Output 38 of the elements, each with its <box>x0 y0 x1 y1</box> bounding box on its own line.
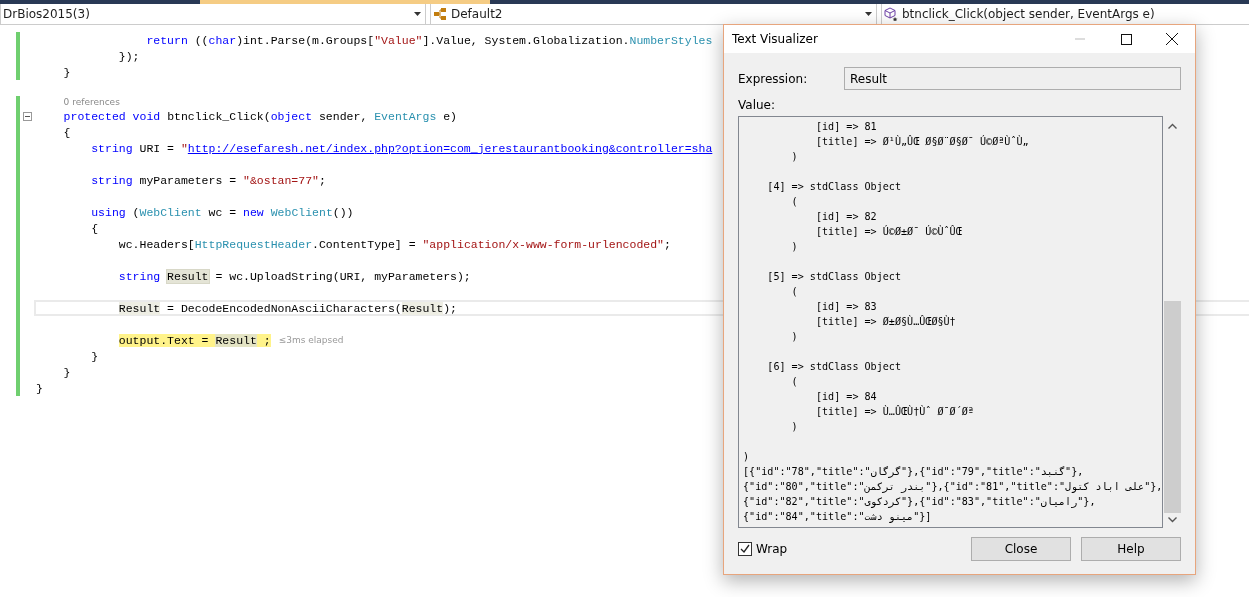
value-label: Value: <box>738 96 776 114</box>
maximize-icon[interactable] <box>1120 33 1132 45</box>
code-line: wc.Headers[HttpRequestHeader.ContentType] = "application/x-www-form-urlencoded"; <box>118 237 671 251</box>
code-line: string myParameters = "&ostan=77"; <box>91 173 326 187</box>
references-link[interactable]: 0 references <box>63 97 120 107</box>
code-line: protected void btnclick_Click(object sender, EventArgs e) <box>63 109 458 123</box>
class-dropdown[interactable]: Default2 <box>430 4 877 24</box>
scroll-up-icon[interactable] <box>1167 123 1177 129</box>
expression-label: Expression: <box>738 71 808 86</box>
code-line: using (WebClient wc = new WebClient()) <box>91 205 354 219</box>
code-line: Result = DecodeEncodedNonAsciiCharacters(Result); <box>118 301 457 315</box>
caret-icon <box>414 12 421 16</box>
code-line: } <box>91 349 99 363</box>
dialog-button[interactable]: Help <box>1081 537 1181 561</box>
code-line: string URI = "http://esefaresh.net/index.php?option=com_jerestaurantbooking&controller=sha <box>91 141 713 155</box>
code-line: }); <box>118 49 140 63</box>
dialog-button[interactable]: Close <box>971 537 1071 561</box>
caret-icon <box>865 12 872 16</box>
expression-field[interactable]: Result <box>844 67 1181 90</box>
code-line: } <box>63 65 71 79</box>
dialog-title: Text Visualizer <box>732 32 819 46</box>
close-icon[interactable] <box>1166 33 1178 45</box>
code-line: string Result = wc.UploadString(URI, myParameters); <box>118 269 471 283</box>
scroll-down-icon[interactable] <box>1167 517 1177 523</box>
scrollbar-thumb[interactable] <box>1163 301 1181 513</box>
wrap-label: Wrap <box>756 542 789 556</box>
code-line: } <box>36 381 43 395</box>
code-line: { <box>91 221 99 235</box>
code-line: { <box>63 125 71 139</box>
cube-icon <box>884 7 898 21</box>
wrap-checkbox[interactable] <box>738 542 752 556</box>
collapse-icon[interactable] <box>22 111 32 121</box>
elapsed-hint: ≤3ms elapsed <box>278 335 344 345</box>
hierarchy-icon <box>433 7 447 21</box>
code-line: output.Text = Result ; <box>118 333 271 347</box>
code-line: } <box>63 365 71 379</box>
code-line: return ((char)int.Parse(m.Groups["Value"].Value, System.Globalization.NumberStyles <box>146 33 713 47</box>
project-dropdown[interactable]: DrBios2015(3) <box>0 4 426 24</box>
